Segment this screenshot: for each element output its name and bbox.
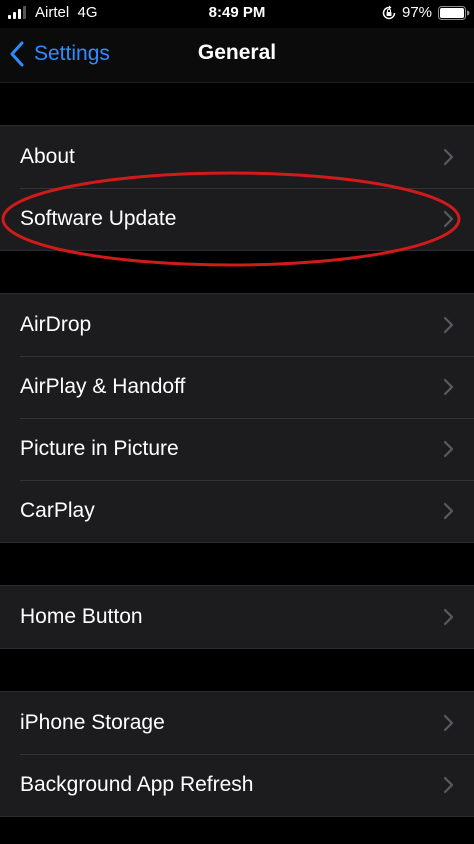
chevron-right-icon	[443, 776, 454, 794]
row-label: Software Update	[20, 207, 177, 230]
orientation-lock-icon	[382, 5, 396, 20]
row-picture-in-picture[interactable]: Picture in Picture	[0, 418, 474, 480]
settings-group-about: About Software Update	[0, 125, 474, 251]
row-carplay[interactable]: CarPlay	[0, 480, 474, 542]
row-airplay-handoff[interactable]: AirPlay & Handoff	[0, 356, 474, 418]
row-home-button[interactable]: Home Button	[0, 586, 474, 648]
status-bar: Airtel 4G 8:49 PM 97%	[0, 0, 474, 28]
row-label: Background App Refresh	[20, 773, 254, 796]
navigation-bar: Settings General	[0, 28, 474, 83]
row-label: CarPlay	[20, 499, 95, 522]
row-iphone-storage[interactable]: iPhone Storage	[0, 692, 474, 754]
row-about[interactable]: About	[0, 126, 474, 188]
row-label: About	[20, 145, 75, 168]
row-background-app-refresh[interactable]: Background App Refresh	[0, 754, 474, 816]
row-label: iPhone Storage	[20, 711, 165, 734]
page-title: General	[197, 41, 277, 64]
chevron-right-icon	[443, 148, 454, 166]
chevron-right-icon	[443, 440, 454, 458]
battery-icon	[438, 6, 470, 20]
chevron-right-icon	[443, 608, 454, 626]
settings-group-home-button: Home Button	[0, 585, 474, 649]
settings-group-storage: iPhone Storage Background App Refresh	[0, 691, 474, 817]
row-label: AirPlay & Handoff	[20, 375, 186, 398]
battery-percent: 97%	[402, 4, 433, 21]
row-label: Home Button	[20, 605, 143, 628]
row-label: AirDrop	[20, 313, 92, 336]
row-software-update[interactable]: Software Update	[0, 188, 474, 250]
row-airdrop[interactable]: AirDrop	[0, 294, 474, 356]
chevron-right-icon	[443, 502, 454, 520]
chevron-right-icon	[443, 316, 454, 334]
chevron-right-icon	[443, 714, 454, 732]
chevron-right-icon	[443, 378, 454, 396]
row-label: Picture in Picture	[20, 437, 179, 460]
settings-group-connectivity: AirDrop AirPlay & Handoff Picture in Pic…	[0, 293, 474, 543]
chevron-right-icon	[443, 210, 454, 228]
